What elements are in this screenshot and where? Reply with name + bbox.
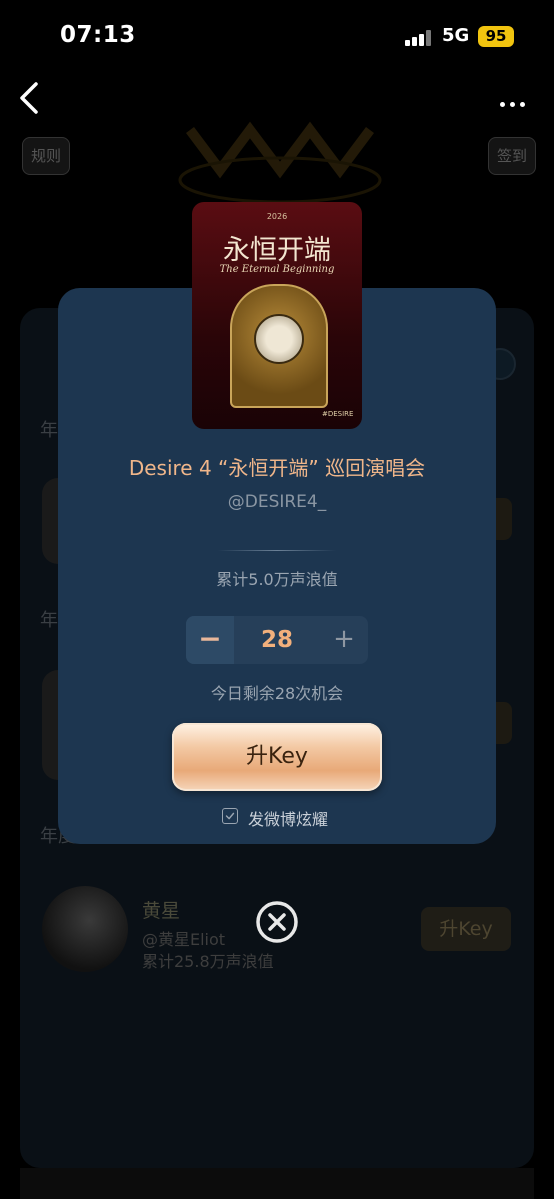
bottom-bar: [20, 1168, 534, 1199]
close-icon[interactable]: [255, 900, 299, 944]
quantity-value[interactable]: 28: [234, 616, 320, 664]
clock-illustration: [254, 314, 304, 364]
poster-subtitle: The Eternal Beginning: [219, 264, 335, 275]
modal-total: 累计5.0万声浪值: [216, 570, 338, 589]
artist-upkey-button[interactable]: 升Key: [421, 907, 511, 951]
event-logo: [178, 121, 382, 204]
increment-button[interactable]: +: [320, 616, 368, 664]
artist-handle: @黄星Eliot: [142, 930, 226, 949]
avatar[interactable]: [42, 886, 128, 972]
rules-button[interactable]: 规则: [22, 137, 70, 175]
status-time: 07:13: [60, 22, 136, 48]
modal-title: Desire 4 “永恒开端” 巡回演唱会: [128, 456, 426, 480]
checkbox-icon[interactable]: [222, 808, 238, 824]
more-icon[interactable]: [500, 92, 536, 107]
concert-poster: 2026 永恒开端 The Eternal Beginning #DESIRE: [192, 202, 362, 429]
modal-handle: @DESIRE4_: [227, 492, 327, 512]
section-label: 年: [40, 610, 58, 631]
poster-year: 2026: [266, 212, 288, 221]
decrement-button[interactable]: −: [186, 616, 234, 664]
battery-icon: 95: [478, 26, 514, 47]
back-icon[interactable]: [14, 80, 44, 116]
remaining-chances: 今日剩余28次机会: [210, 684, 344, 703]
status-bar: 07:13 5G 95: [0, 0, 554, 70]
network-type: 5G: [442, 25, 470, 46]
poster-tag: #DESIRE: [322, 410, 354, 418]
share-label: 发微博炫耀: [248, 810, 329, 829]
artist-name: 黄星: [142, 900, 181, 922]
divider: [218, 550, 336, 551]
poster-title: 永恒开端: [223, 235, 331, 266]
signal-icon: [405, 30, 433, 46]
sign-in-button[interactable]: 签到: [488, 137, 536, 175]
quantity-stepper: − 28 +: [186, 616, 368, 664]
section-label: 年: [40, 420, 58, 441]
upkey-button[interactable]: 升Key: [172, 723, 382, 791]
artist-total: 累计25.8万声浪值: [142, 952, 274, 971]
